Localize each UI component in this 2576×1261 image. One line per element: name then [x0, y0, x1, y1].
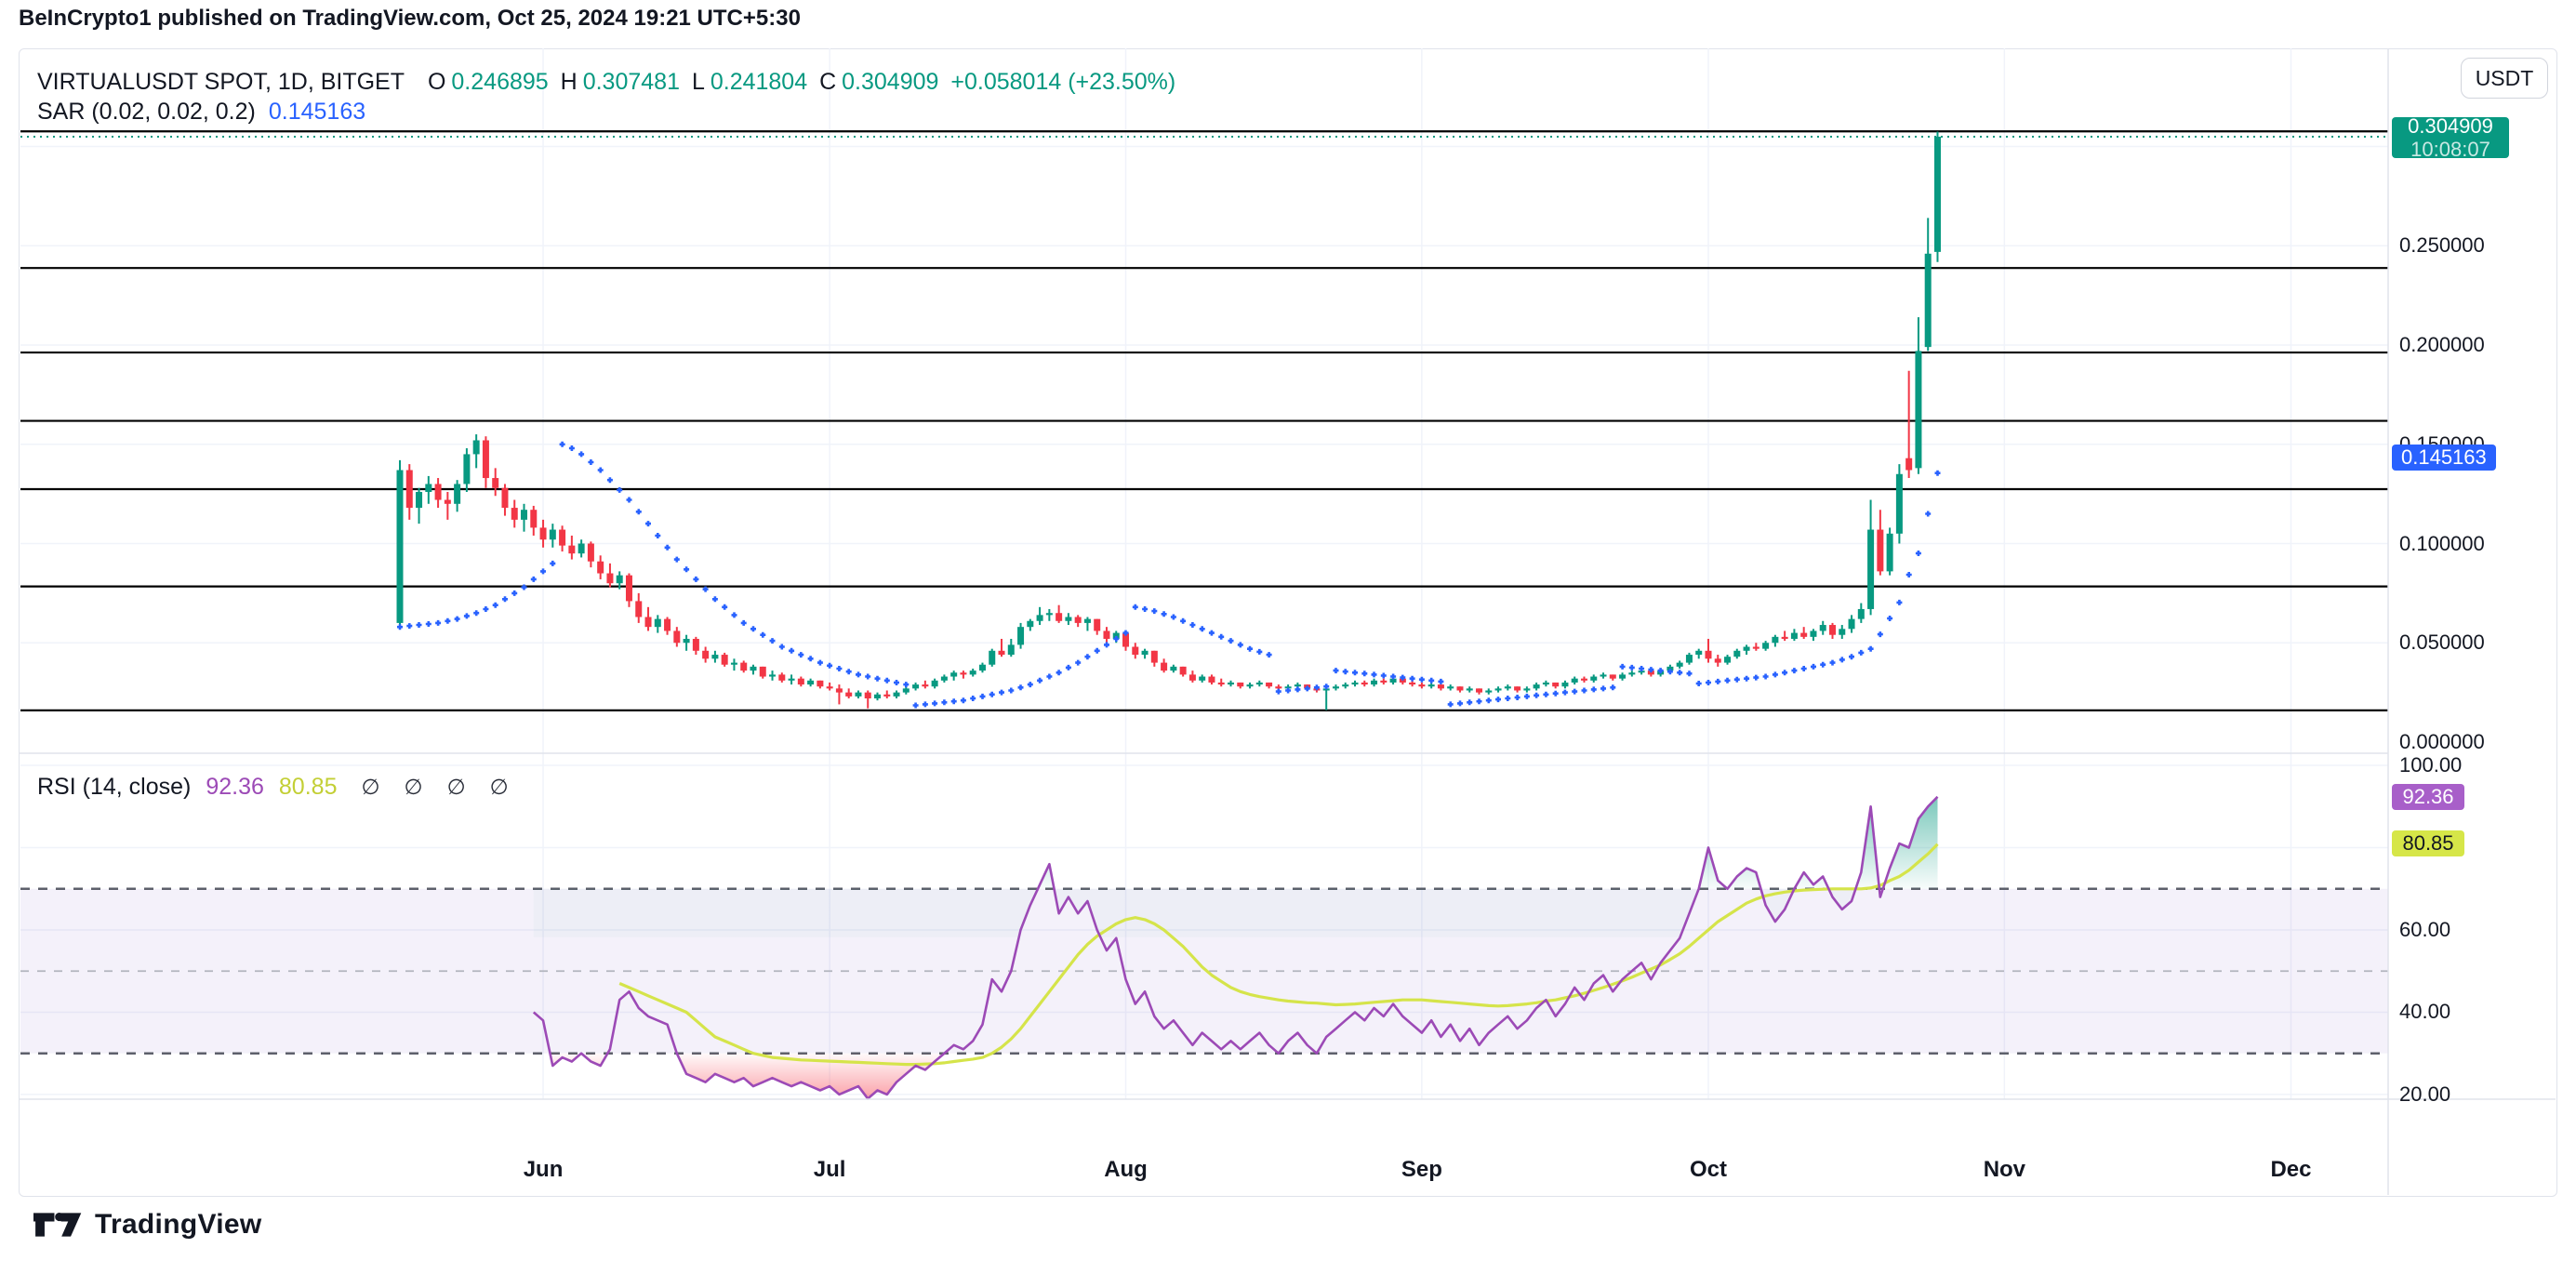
rsi-axis-label[interactable]: 100.00 — [2399, 753, 2462, 777]
rsi-legend[interactable]: RSI (14, close) 92.36 80.85 ∅ ∅ ∅ ∅ — [37, 774, 509, 801]
symbol-title: VIRTUALUSDT SPOT, 1D, BITGET — [37, 69, 405, 95]
rsi-hide-icon[interactable]: ∅ — [361, 775, 379, 800]
fib-retracement — [20, 131, 2388, 710]
sar-name: SAR (0.02, 0.02, 0.2) — [37, 99, 256, 125]
rsi-value-badge: 92.36 — [2392, 784, 2464, 810]
page: { "header": { "title": "BeInCrypto1 publ… — [0, 0, 2576, 1261]
rsi-axis-label[interactable]: 60.00 — [2399, 918, 2450, 942]
open-label: O — [428, 69, 445, 95]
time-axis-label[interactable]: Oct — [1690, 1157, 1727, 1183]
rsi-hide-icon[interactable]: ∅ — [405, 775, 423, 800]
close-value: 0.304909 — [842, 69, 938, 95]
time-axis-label[interactable]: Dec — [2270, 1157, 2311, 1183]
rsi-hide-icon[interactable]: ∅ — [490, 775, 509, 800]
sar-price-badge: 0.145163 — [2392, 445, 2496, 471]
time-axis-label[interactable]: Nov — [1984, 1157, 2025, 1183]
price-axis-label[interactable]: 0.200000 — [2399, 333, 2485, 357]
rsi-hide-icon[interactable]: ∅ — [447, 775, 466, 800]
sar-legend[interactable]: SAR (0.02, 0.02, 0.2) 0.145163 — [37, 99, 365, 126]
change-value: +0.058014 (+23.50%) — [950, 69, 1175, 95]
high-label: H — [561, 69, 578, 95]
bar-countdown: 10:08:07 — [2410, 138, 2490, 161]
tradingview-logo-text: TradingView — [95, 1209, 261, 1241]
price-axis-label[interactable]: 0.000000 — [2399, 730, 2485, 754]
chart-plot-area[interactable] — [0, 0, 2576, 1261]
last-price-badge: 0.304909 10:08:07 — [2392, 117, 2509, 158]
rsi-axis-label[interactable]: 40.00 — [2399, 1000, 2450, 1024]
rsi-ma-value-badge: 80.85 — [2392, 830, 2464, 856]
tradingview-logo-icon — [33, 1209, 82, 1241]
price-axis-label[interactable]: 0.050000 — [2399, 630, 2485, 655]
time-axis-label[interactable]: Jun — [524, 1157, 564, 1183]
rsi-ma-value: 80.85 — [279, 774, 338, 801]
high-value: 0.307481 — [583, 69, 680, 95]
time-axis-label[interactable]: Sep — [1401, 1157, 1442, 1183]
last-price-value: 0.304909 — [2408, 114, 2493, 138]
tradingview-logo[interactable]: TradingView — [33, 1209, 261, 1241]
close-label: C — [819, 69, 836, 95]
currency-toggle-button[interactable]: USDT — [2461, 58, 2548, 99]
sar-value: 0.145163 — [269, 99, 365, 125]
low-value: 0.241804 — [710, 69, 807, 95]
time-axis-label[interactable]: Jul — [814, 1157, 846, 1183]
low-label: L — [692, 69, 705, 95]
price-axis-label[interactable]: 0.100000 — [2399, 532, 2485, 556]
time-axis-label[interactable]: Aug — [1104, 1157, 1148, 1183]
open-value: 0.246895 — [451, 69, 548, 95]
rsi-name: RSI (14, close) — [37, 774, 191, 801]
rsi-axis-label[interactable]: 20.00 — [2399, 1082, 2450, 1107]
price-axis-label[interactable]: 0.250000 — [2399, 233, 2485, 258]
rsi-value: 92.36 — [206, 774, 264, 801]
symbol-legend[interactable]: VIRTUALUSDT SPOT, 1D, BITGET O0.246895 H… — [37, 69, 1181, 96]
